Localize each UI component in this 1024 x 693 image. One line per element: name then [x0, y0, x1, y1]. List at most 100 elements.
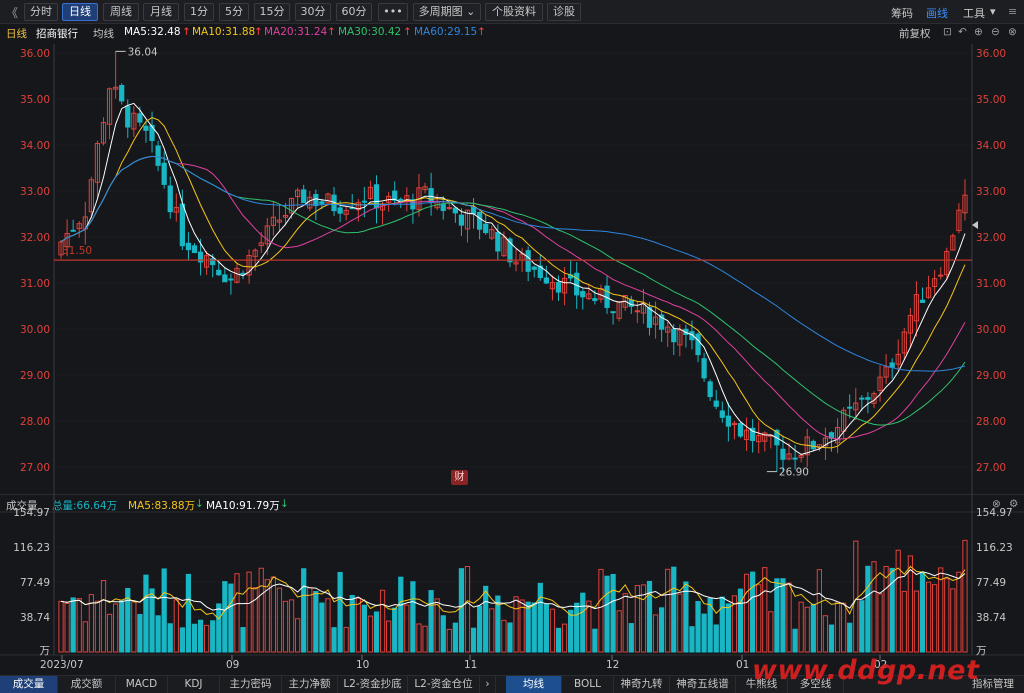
volume-bar	[610, 573, 616, 653]
volume-bar	[780, 578, 786, 653]
volume-bar	[555, 627, 562, 653]
volume-bar	[76, 598, 82, 653]
tab-l2-bottom[interactable]: L2-资金抄底	[338, 676, 408, 693]
volume-bar	[950, 588, 956, 653]
current-price-marker	[972, 221, 978, 229]
volume-bar	[361, 604, 367, 653]
candle-body	[361, 200, 367, 203]
volume-bar	[337, 571, 343, 653]
volume-bar	[932, 584, 938, 653]
candle-body	[865, 397, 871, 400]
price-tick-label-right: 31.00	[976, 278, 1006, 290]
candle-body	[143, 125, 149, 131]
price-tick-label-left: 34.00	[20, 140, 50, 152]
volume-bar	[446, 628, 452, 653]
candle-body	[889, 362, 895, 368]
volume-bar	[841, 602, 847, 653]
volume-bar	[847, 622, 853, 653]
price-tick-label-left: 35.00	[20, 94, 50, 106]
volume-bar	[477, 605, 483, 653]
candle-body	[737, 422, 744, 437]
kline-chart[interactable]: 36.00 36.00 35.00 35.00 34.00 34.00 33.00 33.00…	[0, 0, 1024, 693]
price-tick-label-left: 30.00	[20, 324, 50, 336]
price-tick-label-right: 27.00	[976, 462, 1006, 474]
low-label: 26.90	[779, 467, 809, 479]
volume-bar	[428, 590, 434, 653]
volume-bar	[525, 601, 531, 653]
candle-body	[525, 250, 531, 272]
price-tick-label-left: 27.00	[20, 462, 50, 474]
tab-main-force-code[interactable]: 主力密码	[220, 676, 282, 693]
candle-body	[646, 306, 653, 328]
volume-bar	[774, 578, 780, 653]
price-tick-label-left: 32.00	[20, 232, 50, 244]
volume-bar	[319, 602, 325, 653]
candle-body	[70, 229, 76, 232]
volume-bar	[944, 578, 950, 653]
volume-bar	[410, 581, 416, 653]
volume-bar	[325, 598, 331, 653]
volume-bar	[798, 601, 804, 653]
volume-bar	[895, 549, 901, 653]
tab-boll[interactable]: BOLL	[562, 676, 614, 693]
volume-bar	[792, 628, 798, 653]
volume-bar	[240, 627, 246, 653]
candle-body	[792, 457, 798, 460]
tab-macd[interactable]: MACD	[116, 676, 168, 693]
ma20-line	[60, 155, 966, 440]
volume-bar	[94, 600, 101, 653]
volume-bar	[270, 576, 276, 653]
volume-bar	[185, 573, 192, 653]
volume-bar	[834, 601, 841, 653]
volume-bar	[671, 566, 677, 653]
tab-magic-five-lines[interactable]: 神奇五线谱	[670, 676, 736, 693]
volume-bar	[82, 621, 88, 653]
volume-bar	[386, 620, 392, 653]
candle-body	[701, 358, 707, 379]
tabs-scroll-right-icon[interactable]: ›	[480, 676, 496, 693]
volume-bar	[919, 572, 926, 653]
candle-body	[483, 223, 489, 234]
financial-report-badge[interactable]: 财	[451, 470, 468, 485]
volume-bar	[689, 626, 695, 653]
candle-body	[713, 400, 719, 407]
candle-body	[313, 193, 319, 207]
tab-magic-nine[interactable]: 神奇九转	[614, 676, 670, 693]
price-tick-label-right: 30.00	[976, 324, 1006, 336]
candle-body	[719, 410, 725, 418]
date-tick-label: 11	[464, 659, 477, 671]
volume-bar	[901, 590, 907, 653]
tab-l2-position[interactable]: L2-资金仓位	[408, 676, 480, 693]
volume-bar	[434, 598, 440, 653]
tab-turnover[interactable]: 成交额	[58, 676, 116, 693]
volume-bar	[470, 627, 477, 653]
volume-bar	[501, 619, 507, 653]
volume-bar	[768, 611, 774, 653]
volume-bar	[701, 613, 707, 653]
tab-ma[interactable]: 均线	[506, 676, 562, 693]
tab-volume[interactable]: 成交量	[0, 676, 58, 693]
candle-body	[119, 85, 125, 102]
price-tick-label-left: 29.00	[20, 370, 50, 382]
volume-bar	[865, 565, 871, 653]
candle-body	[301, 189, 307, 204]
candle-body	[938, 274, 944, 277]
volume-bar	[574, 602, 580, 653]
volume-bar	[507, 622, 513, 653]
tab-kdj[interactable]: KDJ	[168, 676, 220, 693]
candle-body	[161, 162, 167, 185]
volume-bar	[301, 568, 307, 653]
candle-body	[477, 211, 483, 230]
candle-body	[185, 242, 192, 251]
volume-bar	[64, 602, 70, 653]
volume-bar	[543, 603, 549, 653]
volume-bar	[422, 625, 428, 653]
tab-main-force-net[interactable]: 主力净额	[282, 676, 338, 693]
ma10-line	[60, 117, 966, 449]
candle-body	[392, 190, 398, 201]
candle-body	[222, 274, 228, 283]
volume-bar	[810, 603, 816, 653]
volume-bar	[452, 622, 458, 653]
volume-bar	[883, 565, 889, 653]
high-label: 36.04	[128, 46, 158, 58]
